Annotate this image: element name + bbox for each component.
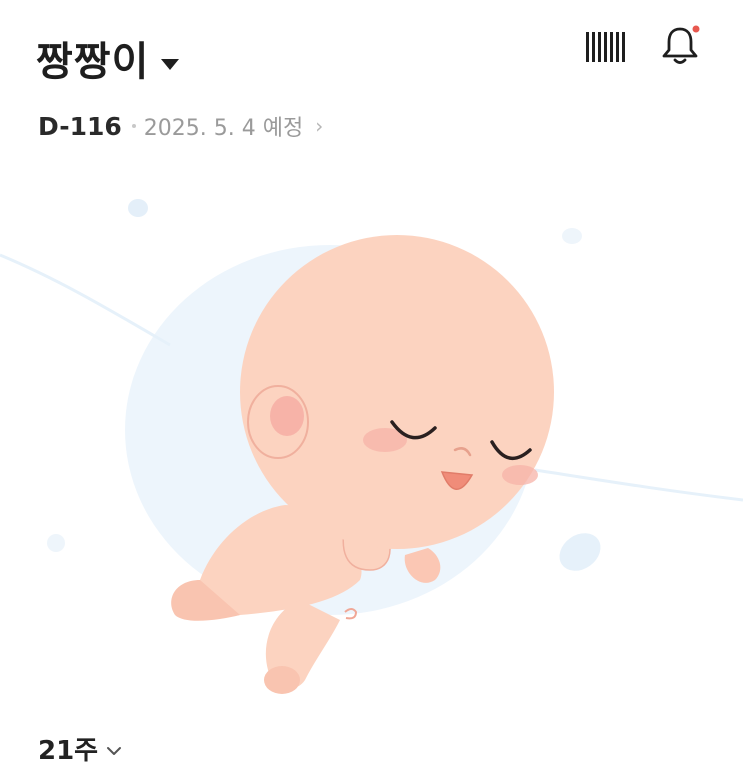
week-label: 21주 [38,736,99,766]
baby-selector[interactable]: 짱짱이 [36,36,180,88]
barcode-button[interactable] [584,30,628,64]
app-header: 짱짱이 D-116 2025. 5. 4 예정 › [0,0,743,160]
separator-dot [131,124,136,128]
fetus-illustration [0,160,743,720]
chevron-down-icon [107,746,122,755]
dday-counter: D-116 [38,111,122,141]
week-selector[interactable]: 21주 [38,730,122,767]
baby-name: 짱짱이 [36,39,150,85]
notifications-button[interactable] [658,22,704,68]
notification-badge [692,25,700,33]
caret-down-icon [161,58,180,70]
chevron-right-icon: › [315,114,324,138]
due-date: 2025. 5. 4 예정 [143,116,304,141]
bell-icon [662,25,700,64]
due-date-row[interactable]: D-116 2025. 5. 4 예정 › [38,110,323,142]
barcode-icon [586,32,625,62]
